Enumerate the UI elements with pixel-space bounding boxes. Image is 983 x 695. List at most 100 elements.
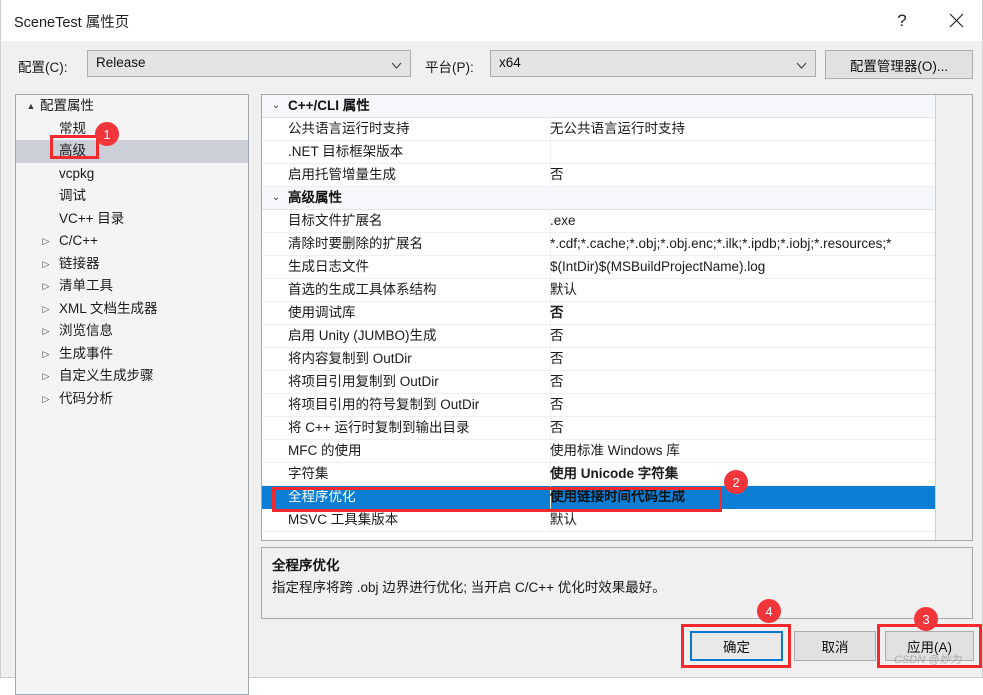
tree-item-13[interactable]: ▷ 代码分析: [16, 388, 248, 411]
expand-arrow-icon[interactable]: ▷: [40, 253, 52, 276]
help-button[interactable]: ?: [879, 0, 925, 41]
tree-item-0[interactable]: ▲ 配置属性: [16, 95, 248, 118]
grid-category-row[interactable]: ⌄ 高级属性: [262, 187, 972, 210]
expand-arrow-icon[interactable]: ▷: [40, 320, 52, 343]
window-title: SceneTest 属性页: [14, 15, 130, 31]
grid-property-row[interactable]: 使用调试库否: [262, 301, 972, 325]
title-bar: SceneTest 属性页 ?: [1, 0, 982, 41]
grid-property-value[interactable]: 否: [550, 164, 972, 186]
tree-item-12[interactable]: ▷ 自定义生成步骤: [16, 365, 248, 388]
configuration-select[interactable]: Release: [87, 50, 411, 77]
tree-item-label: 自定义生成步骤: [59, 368, 154, 383]
grid-property-name: MFC 的使用: [288, 439, 550, 462]
property-tree[interactable]: ▲ 配置属性 常规 高级 vcpkg 调试 VC++ 目录 ▷ C/C++ ▷ 链接器 ▷ 清单工具 ▷ X…: [15, 94, 249, 695]
grid-category-label: C++/CLI 属性: [288, 98, 370, 113]
tree-item-9[interactable]: ▷ XML 文档生成器: [16, 298, 248, 321]
grid-property-row[interactable]: 将 C++ 运行时复制到输出目录否: [262, 416, 972, 440]
configuration-label: 配置(C):: [18, 60, 68, 75]
expand-arrow-icon[interactable]: ▷: [40, 298, 52, 321]
grid-property-value[interactable]: 使用链接时间代码生成: [550, 486, 972, 508]
property-pages-dialog: SceneTest 属性页 ? 配置(C): 平台(P): Release x6…: [0, 0, 983, 695]
grid-property-value[interactable]: 否: [550, 417, 972, 439]
description-body: 指定程序将跨 .obj 边界进行优化; 当开启 C/C++ 优化时效果最好。: [272, 580, 666, 595]
tree-item-11[interactable]: ▷ 生成事件: [16, 343, 248, 366]
grid-property-row[interactable]: 将项目引用的符号复制到 OutDir 否: [262, 393, 972, 417]
grid-property-row[interactable]: 字符集 使用 Unicode 字符集: [262, 462, 972, 486]
grid-property-name: 首选的生成工具体系结构: [288, 278, 551, 301]
grid-property-row[interactable]: 公共语言运行时支持 无公共语言运行时支持: [262, 117, 972, 141]
grid-property-value[interactable]: *.cdf;*.cache;*.obj;*.obj.enc;*.ilk;*.ip…: [550, 233, 972, 255]
grid-property-name: 目标文件扩展名: [288, 209, 550, 232]
grid-property-name: 公共语言运行时支持: [288, 117, 550, 140]
question-mark-icon: ?: [897, 10, 907, 30]
expand-arrow-icon[interactable]: ▷: [40, 365, 52, 388]
grid-property-row[interactable]: 目标文件扩展名 .exe: [262, 209, 972, 233]
tree-item-label: C/C++: [59, 233, 99, 248]
grid-property-row[interactable]: 全程序优化 使用链接时间代码生成: [262, 485, 972, 509]
grid-property-row[interactable]: 将内容复制到 OutDir 否: [262, 347, 972, 371]
grid-category-row[interactable]: ⌄ C++/CLI 属性: [262, 95, 972, 118]
grid-property-row[interactable]: 生成日志文件 $(IntDir)$(MSBuildProjectName).log: [262, 255, 972, 279]
grid-property-value[interactable]: 默认: [550, 279, 972, 301]
grid-property-row[interactable]: 将项目引用复制到 OutDir 否: [262, 370, 972, 394]
grid-property-row[interactable]: 清除时要删除的扩展名 *.cdf;*.cache;*.obj;*.obj.enc;…: [262, 232, 972, 256]
grid-property-value[interactable]: 无公共语言运行时支持: [550, 118, 972, 140]
tree-item-label: 调试: [59, 188, 86, 203]
grid-property-name: .NET 目标框架版本: [288, 140, 552, 163]
tree-item-5[interactable]: VC++ 目录: [16, 208, 248, 231]
grid-property-value[interactable]: 否: [550, 394, 972, 416]
properties-grid[interactable]: ⌄ C++/CLI 属性公共语言运行时支持 无公共语言运行时支持 .NET 目标框架版…: [261, 94, 973, 541]
grid-property-name: 使用调试库: [288, 301, 550, 324]
tree-item-label: 代码分析: [59, 390, 113, 406]
tree-item-3[interactable]: vcpkg: [16, 163, 248, 186]
tree-item-4[interactable]: 调试: [16, 185, 248, 208]
expand-arrow-icon[interactable]: ▷: [40, 275, 52, 298]
grid-right-strip: [935, 95, 972, 540]
tree-item-7[interactable]: ▷ 链接器: [16, 253, 248, 276]
grid-property-value[interactable]: 使用 Unicode 字符集: [550, 463, 972, 485]
grid-property-name: 字符集: [288, 462, 548, 485]
configuration-manager-button[interactable]: 配置管理器(O)...: [825, 50, 973, 79]
tree-item-label: 高级: [59, 143, 86, 158]
grid-property-row[interactable]: 启用 Unity (JUMBO)生成否: [262, 324, 972, 348]
grid-property-name: 将内容复制到 OutDir: [288, 347, 551, 370]
tree-item-6[interactable]: ▷ C/C++: [16, 230, 248, 253]
expand-arrow-icon[interactable]: ▷: [40, 230, 52, 253]
platform-label: 平台(P):: [425, 60, 474, 75]
expand-arrow-icon[interactable]: ▷: [40, 388, 52, 411]
tree-item-10[interactable]: ▷ 浏览信息: [16, 320, 248, 343]
grid-property-row[interactable]: .NET 目标框架版本: [262, 140, 972, 164]
tree-item-2[interactable]: 高级: [16, 140, 248, 163]
grid-property-value[interactable]: 默认: [550, 509, 972, 531]
grid-property-value[interactable]: 否: [550, 325, 972, 347]
description-title: 全程序优化: [272, 558, 340, 573]
grid-property-value[interactable]: 使用标准 Windows 库: [550, 440, 972, 462]
cancel-button[interactable]: 取消: [794, 631, 876, 661]
grid-property-row[interactable]: 启用托管增量生成否: [262, 163, 972, 187]
grid-property-value[interactable]: $(IntDir)$(MSBuildProjectName).log: [550, 256, 972, 278]
description-panel: 全程序优化 指定程序将跨 .obj 边界进行优化; 当开启 C/C++ 优化时效…: [261, 547, 973, 619]
grid-property-row[interactable]: MFC 的使用 使用标准 Windows 库: [262, 439, 972, 463]
tree-item-1[interactable]: 常规: [16, 118, 248, 141]
configuration-value: Release: [96, 55, 146, 70]
expand-arrow-icon[interactable]: ▷: [40, 343, 52, 366]
close-button[interactable]: [933, 0, 979, 41]
platform-select[interactable]: x64: [490, 50, 816, 77]
grid-property-row[interactable]: MSVC 工具集版本 默认: [262, 508, 972, 532]
grid-property-value[interactable]: 否: [550, 348, 972, 370]
grid-property-name: 启用 Unity (JUMBO)生成: [288, 324, 551, 347]
apply-button[interactable]: 应用(A): [885, 631, 974, 661]
collapse-arrow-icon[interactable]: ▲: [25, 95, 37, 118]
grid-property-value[interactable]: 否: [550, 371, 972, 393]
grid-property-row[interactable]: 首选的生成工具体系结构 默认: [262, 278, 972, 302]
close-icon: [949, 13, 964, 28]
grid-property-name: 启用托管增量生成: [288, 163, 551, 186]
chevron-down-icon: [796, 59, 807, 70]
grid-property-name: 将 C++ 运行时复制到输出目录: [288, 416, 551, 439]
chevron-down-icon[interactable]: ⌄: [270, 187, 282, 209]
ok-button[interactable]: 确定: [690, 631, 783, 661]
chevron-down-icon[interactable]: ⌄: [270, 95, 282, 117]
grid-property-value[interactable]: 否: [550, 302, 972, 324]
tree-item-8[interactable]: ▷ 清单工具: [16, 275, 248, 298]
grid-property-value[interactable]: .exe: [550, 210, 972, 232]
